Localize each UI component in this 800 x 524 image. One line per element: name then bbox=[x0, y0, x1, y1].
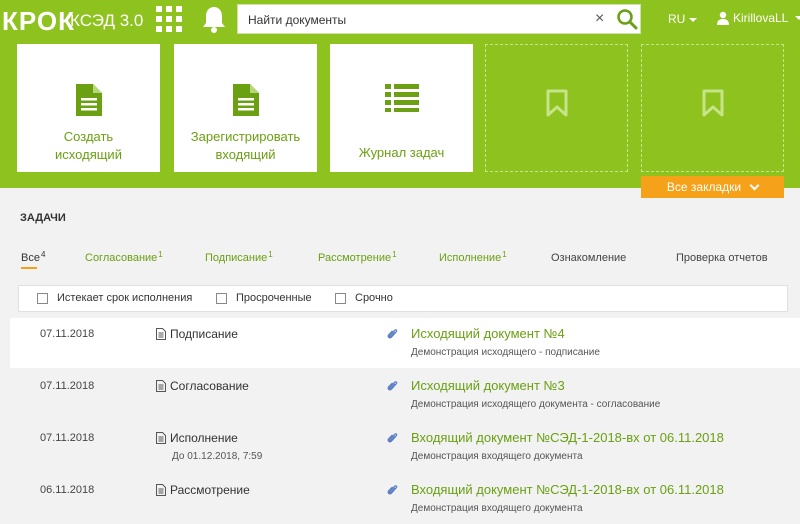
task-document-link[interactable]: Исходящий документ №4 bbox=[411, 326, 565, 341]
filter-urgent[interactable]: Срочно bbox=[335, 292, 393, 304]
checkbox[interactable] bbox=[216, 292, 227, 304]
tab-report-check[interactable]: Проверка отчетов bbox=[676, 252, 768, 264]
tile-task-journal[interactable]: Журнал задач bbox=[330, 44, 473, 172]
document-icon bbox=[156, 484, 166, 496]
task-document-link[interactable]: Входящий документ №СЭД-1-2018-вх от 06.1… bbox=[411, 430, 724, 445]
caret-down-icon bbox=[689, 17, 698, 22]
task-type: Рассмотрение bbox=[156, 483, 250, 497]
task-date: 07.11.2018 bbox=[40, 380, 95, 392]
apps-grid-icon[interactable] bbox=[156, 6, 182, 32]
attachment-icon[interactable] bbox=[387, 432, 398, 445]
bookmark-icon bbox=[702, 89, 723, 117]
attachment-icon[interactable] bbox=[387, 380, 398, 393]
chevron-down-icon bbox=[749, 180, 760, 190]
tab-signing[interactable]: Подписание1 bbox=[205, 250, 273, 264]
clear-search-icon[interactable]: × bbox=[595, 10, 604, 28]
app-header: КРОК КСЭД 3.0 × RU KirillovaLL bbox=[0, 0, 800, 188]
task-date: 07.11.2018 bbox=[40, 328, 95, 340]
empty-bookmark-slot[interactable] bbox=[641, 44, 784, 172]
brand-logo[interactable]: КРОК bbox=[2, 6, 75, 37]
tile-create-outgoing[interactable]: Создать исходящий bbox=[17, 44, 160, 172]
tile-register-incoming[interactable]: Зарегистрировать входящий bbox=[174, 44, 317, 172]
tile-label: Создать исходящий bbox=[55, 129, 122, 162]
bell-icon[interactable] bbox=[200, 4, 228, 34]
task-row[interactable]: 07.11.2018 Исполнение До 01.12.2018, 7:5… bbox=[10, 422, 800, 472]
task-description: Демонстрация входящего документа bbox=[411, 503, 583, 514]
filter-deadline-expiring[interactable]: Истекает срок исполнения bbox=[37, 292, 192, 304]
task-description: Демонстрация входящего документа bbox=[411, 451, 583, 462]
tab-approval[interactable]: Согласование1 bbox=[85, 250, 163, 264]
document-icon bbox=[232, 84, 259, 116]
app-name: КСЭД 3.0 bbox=[70, 11, 144, 30]
tab-review[interactable]: Рассмотрение1 bbox=[318, 250, 397, 264]
tab-all[interactable]: Все4 bbox=[21, 250, 45, 269]
checkbox[interactable] bbox=[335, 292, 346, 304]
user-menu[interactable]: KirillovaLL bbox=[716, 11, 800, 25]
tile-label: Зарегистрировать входящий bbox=[190, 129, 301, 162]
task-type: Согласование bbox=[156, 379, 249, 393]
bookmark-icon bbox=[546, 89, 567, 117]
attachment-icon[interactable] bbox=[387, 328, 398, 341]
document-icon bbox=[156, 380, 166, 392]
task-document-link[interactable]: Входящий документ №СЭД-1-2018-вх от 06.1… bbox=[411, 482, 724, 497]
task-date: 06.11.2018 bbox=[40, 484, 95, 496]
empty-bookmark-slot[interactable] bbox=[485, 44, 628, 172]
task-filters: Истекает срок исполнения Просроченные Ср… bbox=[18, 285, 788, 312]
document-icon bbox=[156, 328, 166, 340]
search-input[interactable] bbox=[248, 11, 588, 29]
user-name: KirillovaLL bbox=[733, 11, 789, 25]
search-box: × bbox=[237, 4, 641, 34]
task-description: Демонстрация исходящего документа - согл… bbox=[411, 399, 661, 410]
task-description: Демонстрация исходящего - подписание bbox=[411, 347, 600, 358]
task-tabs: Все4 Согласование1 Подписание1 Рассмотре… bbox=[0, 250, 800, 272]
task-row[interactable]: 06.11.2018 Рассмотрение Входящий докумен… bbox=[10, 474, 800, 524]
document-icon bbox=[75, 84, 102, 116]
all-bookmarks-label: Все закладки bbox=[666, 180, 742, 194]
user-icon bbox=[717, 11, 729, 25]
task-row[interactable]: 07.11.2018 Согласование Исходящий докуме… bbox=[10, 370, 800, 420]
attachment-icon[interactable] bbox=[387, 484, 398, 497]
language-value: RU bbox=[668, 12, 686, 26]
task-type: Подписание bbox=[156, 327, 238, 341]
tab-execution[interactable]: Исполнение1 bbox=[439, 250, 507, 264]
all-bookmarks-button[interactable]: Все закладки bbox=[641, 176, 784, 198]
task-due-date: До 01.12.2018, 7:59 bbox=[172, 451, 263, 462]
caret-down-icon bbox=[795, 16, 800, 20]
task-row[interactable]: 07.11.2018 Подписание Исходящий документ… bbox=[10, 318, 800, 368]
search-icon[interactable] bbox=[616, 8, 638, 30]
tab-familiarization[interactable]: Ознакомление bbox=[551, 252, 626, 264]
document-icon bbox=[156, 432, 166, 444]
task-document-link[interactable]: Исходящий документ №3 bbox=[411, 378, 565, 393]
tasks-title: ЗАДАЧИ bbox=[20, 212, 66, 224]
task-date: 07.11.2018 bbox=[40, 432, 95, 444]
list-icon bbox=[384, 84, 419, 112]
filter-overdue[interactable]: Просроченные bbox=[216, 292, 312, 304]
language-selector[interactable]: RU bbox=[668, 12, 698, 26]
checkbox[interactable] bbox=[37, 292, 48, 304]
tile-label: Журнал задач bbox=[358, 145, 445, 160]
task-type: Исполнение bbox=[156, 431, 238, 445]
